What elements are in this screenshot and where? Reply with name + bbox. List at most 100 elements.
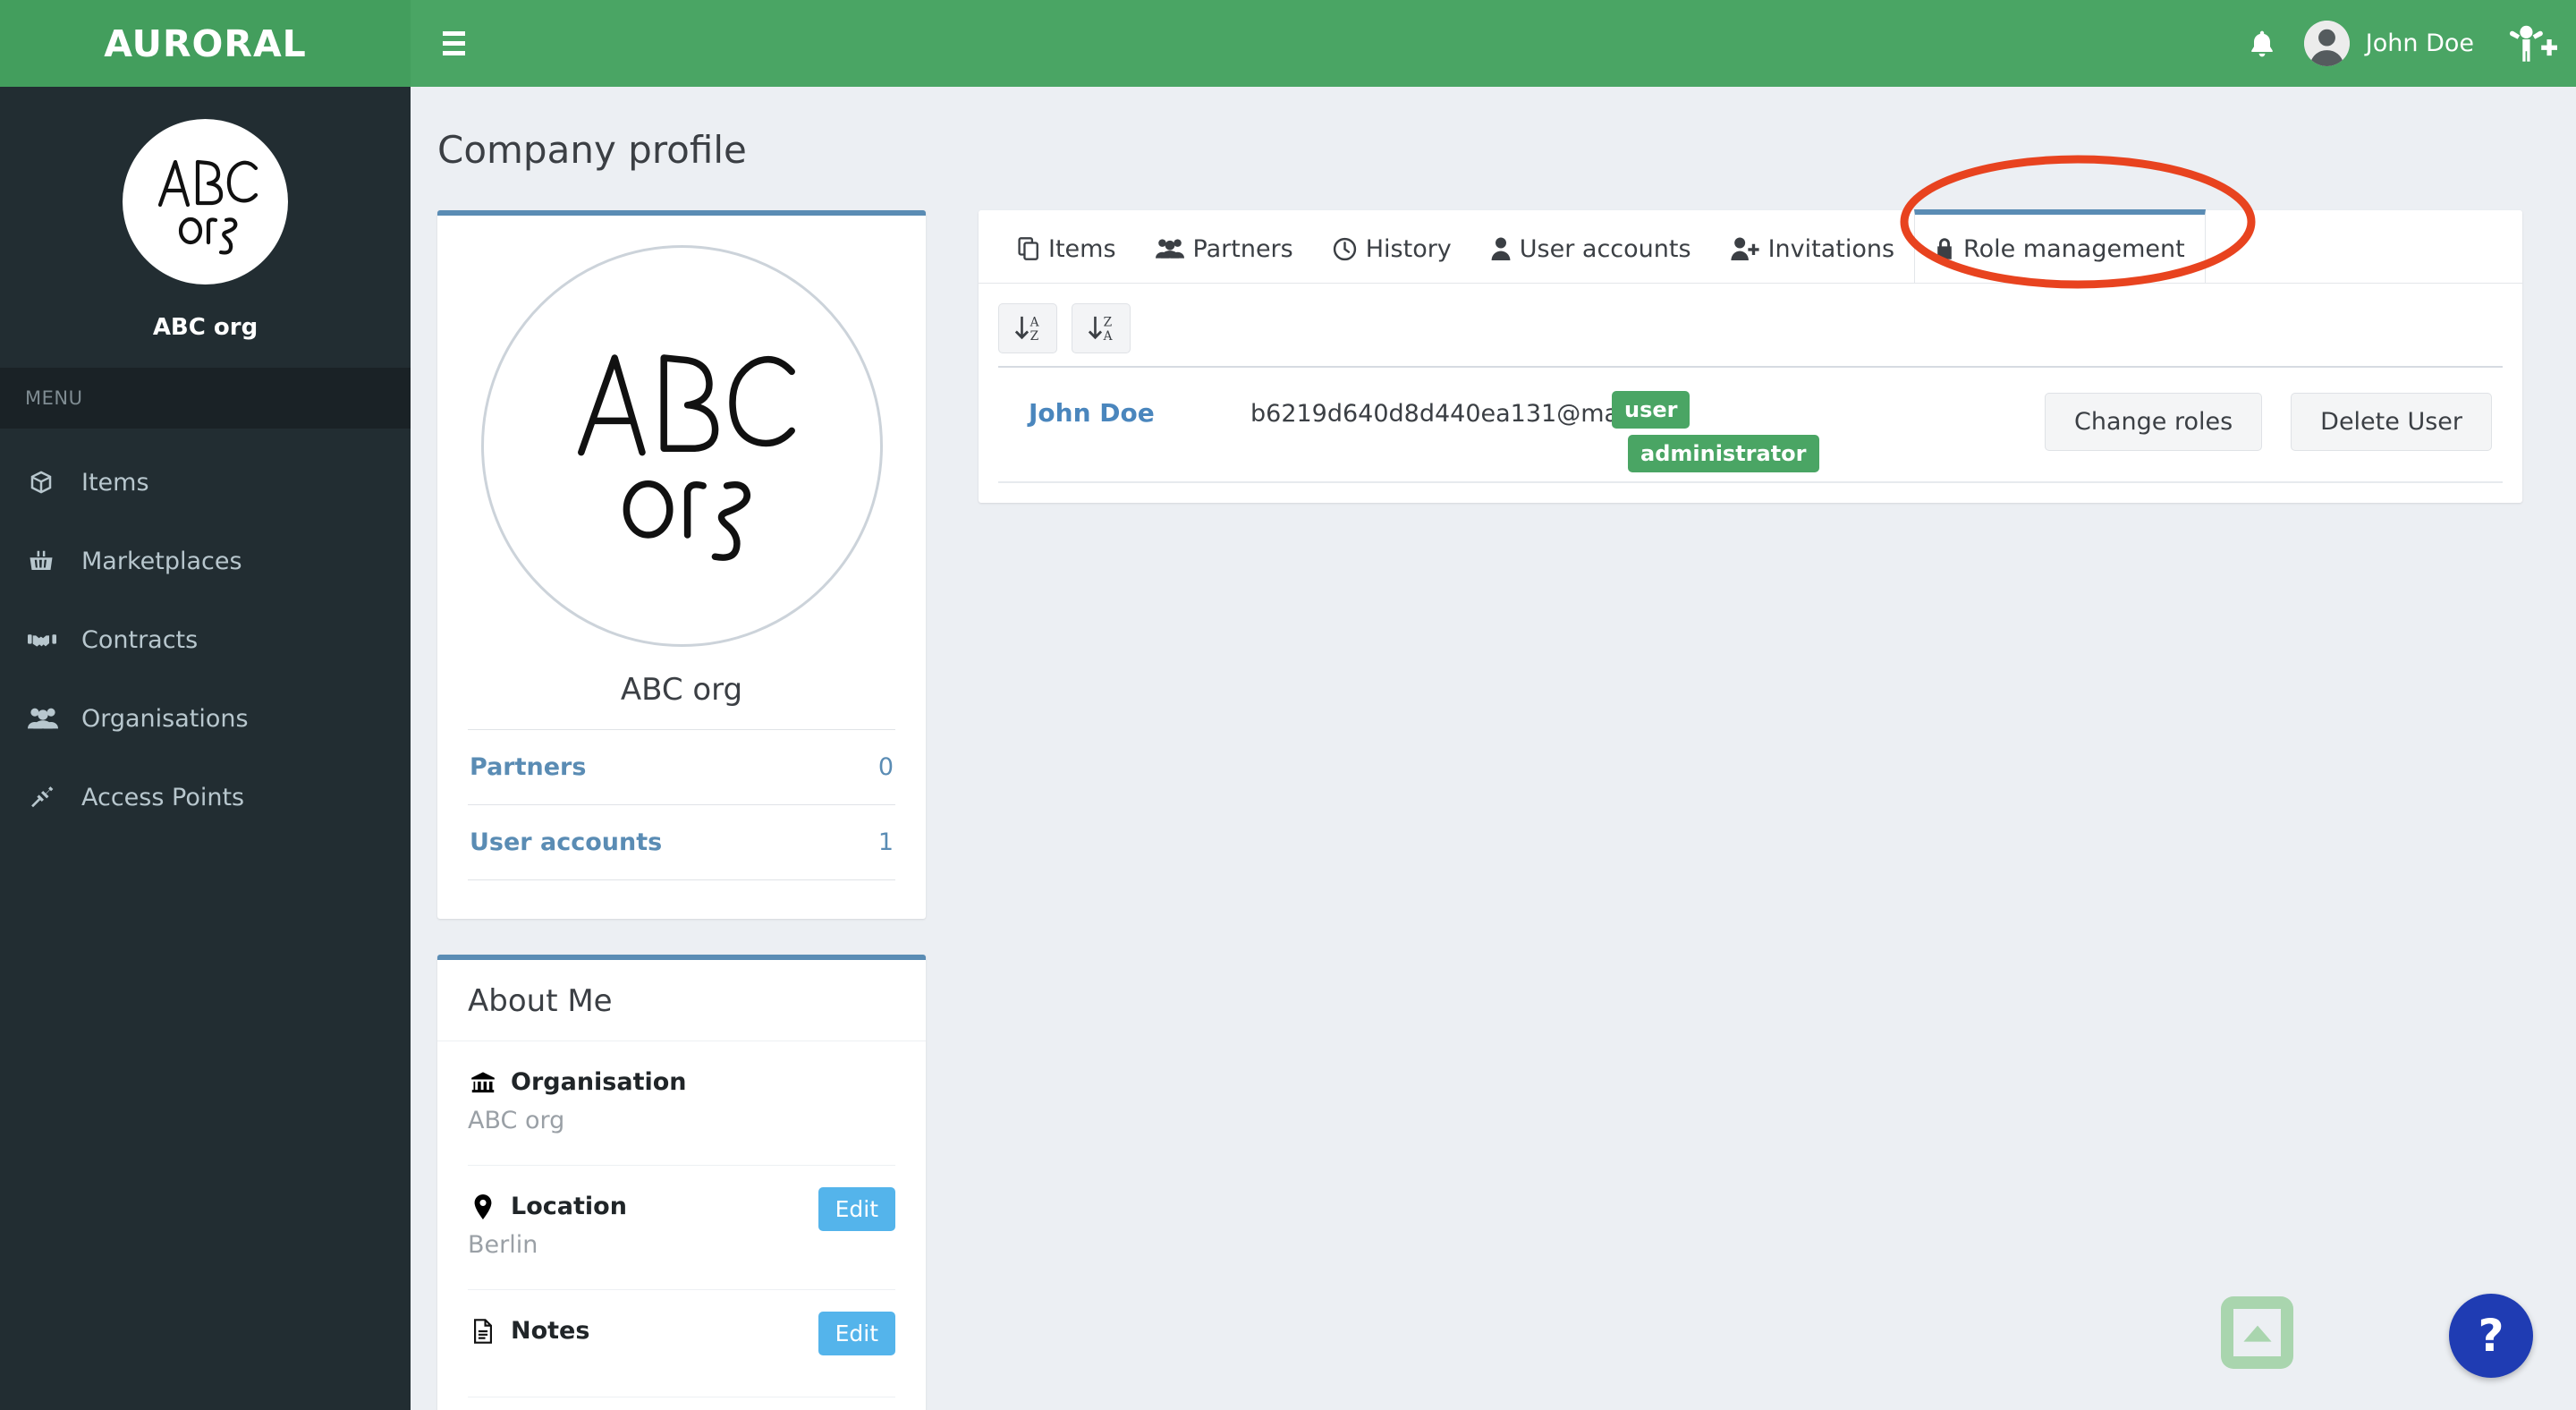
about-row-location: Location Berlin Edit [468,1166,895,1290]
users-group-icon [28,704,67,733]
sidebar-menu-header: MENU [0,368,411,429]
bank-icon [468,1071,498,1094]
svg-text:A: A [1030,315,1040,329]
svg-text:Z: Z [1030,329,1039,344]
status-badge: user [1612,391,1690,429]
about-me-body: Organisation ABC org Location Berlin Edi… [437,1041,926,1410]
stat-row-user-accounts[interactable]: User accounts 1 [468,804,895,879]
about-me-title: About Me [468,983,613,1019]
top-header: John Doe [411,0,2576,87]
tab-card: Items Partners History User accounts Inv… [979,209,2522,503]
sort-ascending-button[interactable]: A Z [998,303,1057,353]
sort-descending-button[interactable]: Z A [1072,303,1131,353]
stat-value: 0 [877,753,894,781]
scroll-to-top-icon [2233,1309,2281,1356]
about-label-organisation: Organisation [468,1068,895,1096]
user-name-link[interactable]: John Doe [1009,391,1250,428]
status-badge: administrator [1628,435,1819,472]
tab-role-management[interactable]: Role management [1914,209,2206,283]
app-root: AURORAL ABC org MENU Items Marketplaces … [0,0,2576,1410]
sidebar-item-organisations[interactable]: Organisations [0,679,411,758]
brand-name: AURORAL [104,21,307,65]
sidebar-item-items[interactable]: Items [0,443,411,522]
about-me-header: About Me [437,960,926,1041]
location-pin-icon [468,1193,498,1219]
tab-label: Items [1048,234,1116,263]
delete-user-button[interactable]: Delete User [2291,393,2492,451]
tab-user-accounts[interactable]: User accounts [1471,209,1711,283]
stat-value: 1 [877,828,894,856]
about-value-organisation: ABC org [468,1107,565,1134]
sort-toolbar: A Z Z A [979,284,2522,366]
scroll-to-top-button[interactable] [2221,1296,2293,1369]
tab-label: History [1365,234,1452,263]
profile-card: ABC org Partners 0 User accounts 1 [437,210,926,919]
sidebar-menu-list: Items Marketplaces Contracts Organisatio… [0,429,411,837]
about-label-text: Organisation [511,1068,687,1096]
stat-label: Partners [470,753,587,781]
profile-org-logo [480,245,883,647]
tab-invitations[interactable]: Invitations [1711,209,1914,283]
hamburger-menu-icon[interactable] [411,0,497,87]
document-icon [468,1318,498,1344]
about-row-theme-color: Theme color Change color to: Blue Green … [468,1397,895,1410]
lock-icon [1935,237,1954,260]
add-person-icon [2509,25,2557,62]
brand-logo[interactable]: AURORAL [0,0,411,87]
profile-org-name: ABC org [620,672,743,708]
tab-items[interactable]: Items [998,209,1136,283]
about-row-notes: Notes Edit [468,1290,895,1397]
sidebar-item-label: Access Points [81,783,245,811]
clock-icon [1333,237,1357,261]
help-button[interactable]: ? [2449,1294,2533,1378]
basket-icon [28,547,67,575]
edit-notes-button[interactable]: Edit [818,1312,895,1355]
tab-partners[interactable]: Partners [1136,209,1313,283]
tab-history[interactable]: History [1313,209,1471,283]
user-role-badges: user administrator [1612,391,1819,479]
copy-icon [1018,237,1039,260]
user-avatar-icon [2303,21,2350,66]
tab-label: Invitations [1767,234,1895,263]
page-title: Company profile [437,128,747,172]
left-column: ABC org Partners 0 User accounts 1 About… [437,210,926,1410]
add-person-button[interactable] [2499,0,2576,87]
sort-alpha-down-icon: A Z [1014,315,1040,344]
user-menu[interactable]: John Doe [2295,0,2499,87]
hamburger-bar [443,31,465,36]
sidebar-item-access-points[interactable]: Access Points [0,758,411,837]
row-actions: Change roles Delete User [2044,391,2492,451]
plug-icon [28,783,67,811]
sidebar-item-contracts[interactable]: Contracts [0,600,411,679]
stat-row-partners[interactable]: Partners 0 [468,729,895,804]
user-role-table: John Doe b6219d640d8d440ea131@mailspon u… [979,366,2522,503]
right-column: Items Partners History User accounts Inv… [979,209,2522,503]
about-label-text: Notes [511,1317,590,1345]
stat-label: User accounts [470,828,663,856]
notifications-button[interactable] [2229,0,2295,87]
edit-location-button[interactable]: Edit [818,1187,895,1231]
svg-text:A: A [1103,329,1114,344]
user-email-cell: b6219d640d8d440ea131@mailspon user admin… [1250,391,2045,472]
bell-notification-icon [2251,30,2273,56]
box-icon [28,468,67,497]
stat-divider [468,879,895,910]
tab-label: Partners [1192,234,1293,263]
sidebar-item-label: Contracts [81,625,199,654]
header-user-name: John Doe [2365,30,2474,57]
content-row: ABC org Partners 0 User accounts 1 About… [411,172,2576,1410]
sort-alpha-up-icon: Z A [1088,315,1114,344]
handshake-icon [28,625,67,654]
sidebar-item-label: Marketplaces [81,547,242,575]
sidebar-org-block: ABC org [0,87,411,368]
help-label: ? [2478,1310,2504,1362]
about-label-text: Location [511,1193,627,1220]
table-row: John Doe b6219d640d8d440ea131@mailspon u… [998,366,2503,483]
hamburger-bar [443,51,465,55]
sidebar-item-label: Items [81,468,149,497]
sidebar-item-marketplaces[interactable]: Marketplaces [0,522,411,600]
abc-org-handdrawn-logo-icon [578,353,795,561]
sidebar-item-label: Organisations [81,704,249,733]
tab-label: Role management [1963,234,2185,263]
change-roles-button[interactable]: Change roles [2044,393,2263,451]
